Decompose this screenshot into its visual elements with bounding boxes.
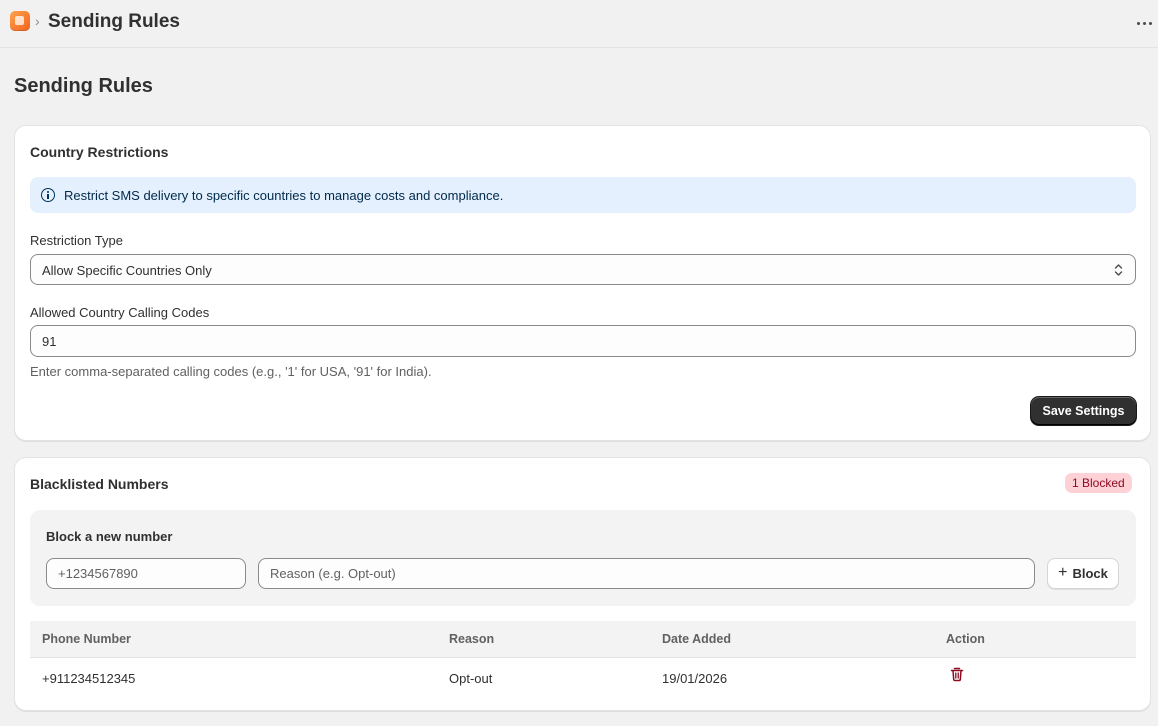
more-horizontal-icon xyxy=(1136,21,1140,25)
app-logo-icon[interactable] xyxy=(10,11,30,31)
restriction-type-select[interactable]: Allow Specific Countries Only xyxy=(30,254,1136,285)
breadcrumb-separator: › xyxy=(35,13,40,29)
more-actions-button[interactable] xyxy=(1133,12,1155,34)
info-icon xyxy=(41,188,55,202)
block-button-label: Block xyxy=(1072,566,1108,581)
row-date: 19/01/2026 xyxy=(662,671,728,686)
restriction-type-label: Restriction Type xyxy=(30,233,123,248)
column-header-action: Action xyxy=(946,632,985,646)
card-title: Country Restrictions xyxy=(30,144,169,160)
calling-codes-help: Enter comma-separated calling codes (e.g… xyxy=(30,364,432,379)
restriction-type-value: Allow Specific Countries Only xyxy=(42,263,212,278)
form-title: Block a new number xyxy=(46,529,173,544)
calling-codes-input[interactable] xyxy=(30,325,1136,357)
blocked-count-badge: 1 Blocked xyxy=(1065,473,1132,493)
table-row: +911234512345 Opt-out 19/01/2026 xyxy=(30,658,1136,698)
column-header-date: Date Added xyxy=(662,632,731,646)
column-header-reason: Reason xyxy=(449,632,495,646)
save-settings-button[interactable]: Save Settings xyxy=(1031,397,1136,425)
row-reason: Opt-out xyxy=(449,671,493,686)
calling-codes-label: Allowed Country Calling Codes xyxy=(30,305,210,320)
block-button[interactable]: + Block xyxy=(1047,558,1119,589)
info-banner: Restrict SMS delivery to specific countr… xyxy=(30,177,1136,213)
row-phone: +911234512345 xyxy=(42,671,136,686)
reason-input[interactable] xyxy=(258,558,1035,589)
phone-number-input[interactable] xyxy=(46,558,246,589)
blacklisted-numbers-card: Blacklisted Numbers 1 Blocked Block a ne… xyxy=(14,457,1151,711)
column-header-phone: Phone Number xyxy=(42,632,131,646)
trash-icon[interactable] xyxy=(949,666,965,682)
page-title: Sending Rules xyxy=(14,75,153,97)
table-header: Phone Number Reason Date Added Action xyxy=(30,621,1136,658)
select-chevrons-icon xyxy=(1114,264,1123,276)
block-number-form: Block a new number + Block xyxy=(30,510,1136,606)
card-title: Blacklisted Numbers xyxy=(30,476,169,492)
plus-icon: + xyxy=(1058,564,1068,581)
top-bar: › Sending Rules xyxy=(0,0,1158,48)
breadcrumb-title: Sending Rules xyxy=(48,11,180,32)
banner-text: Restrict SMS delivery to specific countr… xyxy=(64,188,504,203)
country-restrictions-card: Country Restrictions Restrict SMS delive… xyxy=(14,125,1151,441)
